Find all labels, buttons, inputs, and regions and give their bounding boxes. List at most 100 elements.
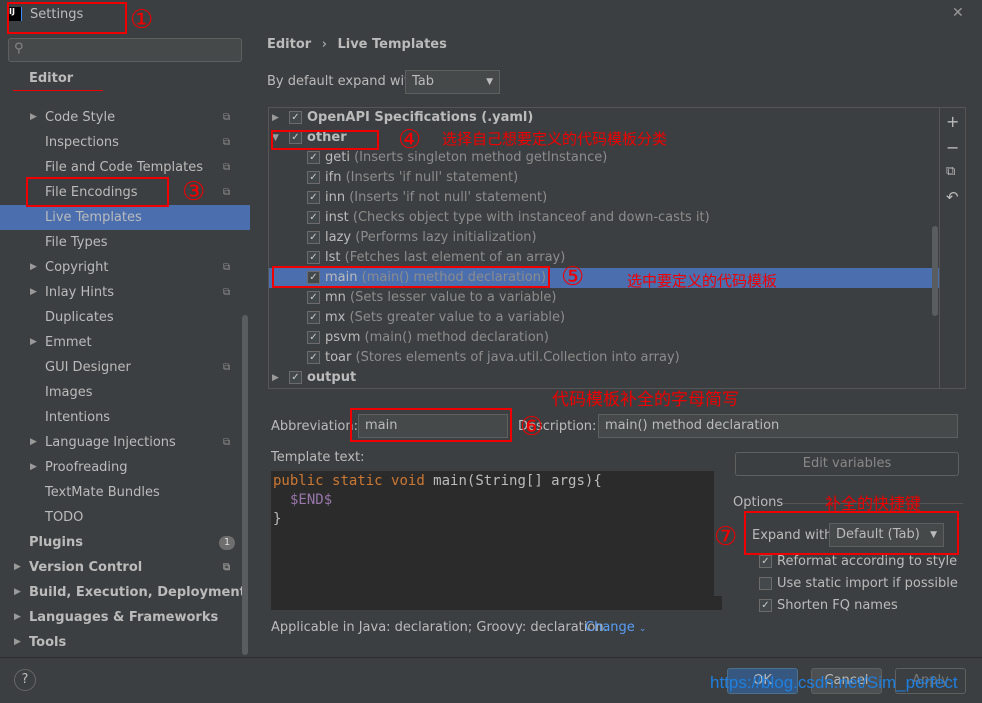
sidebar-item-label: File Types (45, 235, 108, 250)
template-name: output (307, 370, 357, 385)
sidebar-item-label: Emmet (45, 335, 92, 350)
default-expand-select[interactable]: Tab ▼ (405, 70, 500, 94)
sidebar-item[interactable]: File Types (0, 230, 250, 255)
template-item[interactable]: ✓ mx (Sets greater value to a variable) (269, 308, 939, 328)
template-checkbox[interactable]: ✓ (307, 351, 320, 364)
add-icon[interactable]: + (946, 112, 959, 131)
sidebar-item[interactable]: ▶ Inlay Hints ⧉ (0, 280, 250, 305)
template-checkbox[interactable]: ✓ (289, 111, 302, 124)
option-checkbox[interactable]: ✓ Shorten FQ names (759, 598, 898, 613)
template-description: (Sets greater value to a variable) (349, 310, 566, 325)
sidebar-item[interactable]: ▶ Proofreading (0, 455, 250, 480)
sidebar-item[interactable]: Live Templates (0, 205, 250, 230)
code-keyword: public (273, 473, 324, 489)
sidebar-item[interactable]: ▶ Emmet (0, 330, 250, 355)
close-icon[interactable]: ✕ (952, 5, 964, 21)
tree-toolbar: + − ⧉ ↶ (932, 107, 966, 389)
template-item[interactable]: ✓ ifn (Inserts 'if null' statement) (269, 168, 939, 188)
chevron-right-icon[interactable]: ▶ (14, 580, 21, 605)
option-checkbox[interactable]: ✓ Reformat according to style (759, 554, 957, 569)
template-item[interactable]: ✓ psvm (main() method declaration) (269, 328, 939, 348)
template-checkbox[interactable]: ✓ (307, 171, 320, 184)
template-checkbox[interactable]: ✓ (307, 151, 320, 164)
project-scope-icon: ⧉ (223, 137, 231, 148)
template-checkbox[interactable]: ✓ (289, 371, 302, 384)
template-checkbox[interactable]: ✓ (307, 311, 320, 324)
sidebar-item[interactable]: TODO (0, 505, 250, 530)
template-name: toar (325, 350, 352, 365)
sidebar-item[interactable]: Plugins 1 (0, 530, 250, 555)
sidebar-item[interactable]: ▶ Copyright ⧉ (0, 255, 250, 280)
template-group[interactable]: ▶ ✓ OpenAPI Specifications (.yaml) (269, 108, 939, 128)
template-name: OpenAPI Specifications (.yaml) (307, 110, 534, 125)
breadcrumb-live-templates: Live Templates (337, 37, 447, 52)
template-checkbox[interactable]: ✓ (307, 251, 320, 264)
sidebar-item[interactable]: Intentions (0, 405, 250, 430)
checkbox[interactable] (759, 577, 772, 590)
sidebar-item[interactable]: Editor (0, 68, 250, 90)
checkbox[interactable]: ✓ (759, 599, 772, 612)
template-description: (Fetches last element of an array) (344, 250, 566, 265)
sidebar-item[interactable]: ▶ Tools (0, 630, 250, 655)
sidebar-item-label: Editor (29, 71, 74, 86)
help-button[interactable]: ? (14, 669, 36, 691)
template-description: (Inserts singleton method getInstance) (354, 150, 608, 165)
template-name: lst (325, 250, 341, 265)
revert-icon[interactable]: ↶ (946, 188, 959, 206)
chevron-right-icon[interactable]: ▶ (272, 368, 279, 388)
option-label: Shorten FQ names (777, 598, 898, 613)
template-item[interactable]: ✓ lazy (Performs lazy initialization) (269, 228, 939, 248)
template-checkbox[interactable]: ✓ (307, 331, 320, 344)
template-checkbox[interactable]: ✓ (307, 231, 320, 244)
template-description: (Inserts 'if not null' statement) (349, 190, 548, 205)
change-link[interactable]: Change ⌄ (585, 620, 646, 635)
template-item[interactable]: ✓ mn (Sets lesser value to a variable) (269, 288, 939, 308)
template-item[interactable]: ✓ geti (Inserts singleton method getInsta… (269, 148, 939, 168)
template-checkbox[interactable]: ✓ (307, 291, 320, 304)
chevron-right-icon[interactable]: ▶ (30, 455, 37, 480)
template-checkbox[interactable]: ✓ (307, 211, 320, 224)
remove-icon[interactable]: − (946, 138, 959, 157)
chevron-right-icon[interactable]: ▶ (272, 108, 279, 128)
annotation-box-4 (271, 130, 379, 150)
annotation-number-3: ③ (182, 177, 206, 207)
checkbox[interactable]: ✓ (759, 555, 772, 568)
sidebar-item[interactable]: Images (0, 380, 250, 405)
sidebar-item[interactable]: ▶ Languages & Frameworks (0, 605, 250, 630)
chevron-right-icon[interactable]: ▶ (30, 105, 37, 130)
template-item[interactable]: ✓ inn (Inserts 'if not null' statement) (269, 188, 939, 208)
settings-search-input[interactable]: ⚲ (8, 38, 242, 62)
annotation-note-5: 选中要定义的代码模板 (627, 272, 778, 290)
sidebar-item[interactable]: GUI Designer ⧉ (0, 355, 250, 380)
template-checkbox[interactable]: ✓ (307, 191, 320, 204)
annotation-number-1: ① (130, 5, 154, 35)
edit-variables-button[interactable]: Edit variables (735, 452, 959, 476)
sidebar-item[interactable]: ▶ Version Control ⧉ (0, 555, 250, 580)
chevron-right-icon[interactable]: ▶ (30, 255, 37, 280)
chevron-right-icon[interactable]: ▶ (14, 605, 21, 630)
template-item[interactable]: ✓ lst (Fetches last element of an array) (269, 248, 939, 268)
copy-icon[interactable]: ⧉ (946, 164, 955, 179)
chevron-right-icon[interactable]: ▶ (30, 330, 37, 355)
project-scope-icon: ⧉ (223, 437, 231, 448)
sidebar-item[interactable]: TextMate Bundles (0, 480, 250, 505)
chevron-right-icon[interactable]: ▶ (14, 555, 21, 580)
chevron-right-icon[interactable]: ▶ (30, 430, 37, 455)
sidebar-item[interactable]: Inspections ⧉ (0, 130, 250, 155)
chevron-right-icon[interactable]: ▶ (14, 630, 21, 655)
option-checkbox[interactable]: Use static import if possible (759, 576, 958, 591)
project-scope-icon: ⧉ (223, 562, 231, 573)
sidebar-item[interactable]: Duplicates (0, 305, 250, 330)
template-item[interactable]: ✓ inst (Checks object type with instanceo… (269, 208, 939, 228)
template-text-label: Template text: (271, 450, 365, 465)
template-item[interactable]: ✓ toar (Stores elements of java.util.Coll… (269, 348, 939, 368)
description-input[interactable]: main() method declaration (598, 414, 958, 438)
sidebar-item[interactable]: ▶ Code Style ⧉ (0, 105, 250, 130)
sidebar-item[interactable]: ▶ Language Injections ⧉ (0, 430, 250, 455)
breadcrumb-editor[interactable]: Editor (267, 37, 311, 52)
template-text-editor[interactable]: public static void main(String[] args){ … (271, 471, 722, 610)
sidebar-scrollbar[interactable] (242, 315, 248, 655)
chevron-right-icon[interactable]: ▶ (30, 280, 37, 305)
tree-scrollbar[interactable] (932, 226, 938, 316)
sidebar-item[interactable]: ▶ Build, Execution, Deployment (0, 580, 250, 605)
